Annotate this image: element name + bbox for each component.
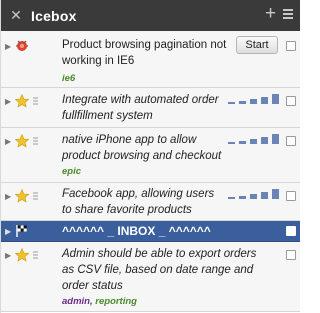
story-item[interactable]: ▶ native iPhone app to allow product bro… <box>1 128 300 183</box>
panel-title: Icebox <box>31 7 77 24</box>
points-indicator <box>33 137 38 146</box>
story-labels: admin, reporting <box>62 296 137 307</box>
start-story-button[interactable]: Start <box>236 36 278 54</box>
estimate-selector[interactable] <box>228 134 281 144</box>
story-labels: ie6 <box>62 73 75 84</box>
panel-header: ✕ Icebox + <box>1 0 300 31</box>
star-feature-icon <box>14 188 30 208</box>
story-labels: epic <box>62 166 81 177</box>
expand-story-icon[interactable]: ▶ <box>5 251 11 260</box>
story-select-checkbox[interactable] <box>286 191 296 201</box>
points-indicator <box>33 192 38 201</box>
release-title: ^^^^^^ _ INBOX _ ^^^^^^ <box>62 224 211 238</box>
star-feature-icon <box>14 93 30 113</box>
expand-story-icon[interactable]: ▶ <box>5 192 11 201</box>
story-title: Integrate with automated order fullfillm… <box>62 94 219 122</box>
story-select-checkbox[interactable] <box>286 96 296 106</box>
release-flag-icon <box>15 224 29 243</box>
points-indicator <box>33 97 38 106</box>
story-select-checkbox[interactable] <box>286 41 296 51</box>
story-title: Facebook app, allowing users to share fa… <box>62 188 215 216</box>
estimate-selector[interactable] <box>228 189 281 199</box>
expand-story-icon[interactable]: ▶ <box>5 42 11 51</box>
story-select-checkbox[interactable] <box>286 136 296 146</box>
bug-icon <box>15 38 29 57</box>
story-label[interactable]: reporting <box>95 296 137 307</box>
story-select-checkbox[interactable] <box>286 226 296 236</box>
expand-story-icon[interactable]: ▶ <box>5 227 11 236</box>
story-title: Product browsing pagination not working … <box>62 39 227 67</box>
story-select-checkbox[interactable] <box>286 250 296 260</box>
expand-story-icon[interactable]: ▶ <box>5 137 11 146</box>
star-feature-icon <box>14 133 30 153</box>
story-label[interactable]: ie6 <box>62 73 75 84</box>
points-indicator <box>33 251 38 260</box>
story-title: native iPhone app to allow product brows… <box>62 134 222 162</box>
panel-menu-icon[interactable] <box>283 9 293 21</box>
add-story-icon[interactable]: + <box>265 4 276 24</box>
close-panel-icon[interactable]: ✕ <box>1 7 31 24</box>
icebox-panel: ✕ Icebox + ▶ Product browsing pagination… <box>0 0 300 313</box>
story-item[interactable]: ▶ Integrate with automated order fullfil… <box>1 88 300 128</box>
story-title: Admin should be able to export orders as… <box>62 248 257 292</box>
story-item[interactable]: ▶ Admin should be able to export orders … <box>1 242 300 312</box>
star-feature-icon <box>14 247 30 267</box>
story-label[interactable]: epic <box>62 166 81 177</box>
estimate-selector[interactable] <box>228 94 281 104</box>
expand-story-icon[interactable]: ▶ <box>5 97 11 106</box>
story-item[interactable]: ▶ Product browsing pagination not workin… <box>1 31 300 88</box>
story-item[interactable]: ▶ Facebook app, allowing users to share … <box>1 183 300 221</box>
release-marker-row[interactable]: ▶ ^^^^^^ _ INBOX _ ^^^^^^ <box>1 221 300 242</box>
story-label[interactable]: admin <box>62 296 90 307</box>
